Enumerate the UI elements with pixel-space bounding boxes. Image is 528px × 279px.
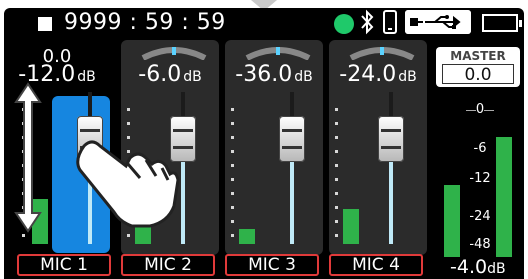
tick-mark (231, 234, 234, 237)
gain-unit: dB (294, 69, 313, 85)
gain-unit: dB (183, 69, 202, 85)
pan-indicator[interactable] (141, 44, 207, 60)
vertical-double-arrow-icon (14, 82, 42, 233)
time-counter: 9999 : 59 : 59 (64, 10, 226, 35)
tick-mark (231, 108, 234, 111)
pan-indicator[interactable] (349, 44, 415, 60)
master-gain-value: -4.0 (450, 256, 488, 278)
scale-mark-48: -48 (469, 237, 491, 252)
scale-mark-6: -6 (473, 141, 487, 156)
stop-icon[interactable] (38, 17, 52, 31)
gain-readout-mic-4: -24.0 dB (329, 62, 427, 87)
fader-area (329, 90, 427, 250)
gain-readout-mic-2: -6.0 dB (121, 62, 219, 87)
hand-pointer-icon (76, 140, 180, 228)
tick-mark (231, 150, 234, 153)
gain-value: -36.0 (235, 62, 293, 87)
scale-mark-24: -24 (469, 209, 491, 224)
master-title: MASTER (450, 49, 506, 63)
gain-unit: dB (77, 69, 96, 85)
master-level-meter-right (496, 137, 512, 257)
tick-mark (231, 220, 234, 223)
bluetooth-icon (361, 9, 374, 35)
tick-mark (335, 150, 338, 153)
tick-mark (335, 234, 338, 237)
tick-mark (231, 192, 234, 195)
tick-mark (231, 178, 234, 181)
tick-mark (335, 136, 338, 139)
usb-power-icon (405, 10, 471, 34)
channel-strip-mic-4[interactable]: -24.0 dB (329, 40, 427, 255)
fader-area (225, 90, 323, 250)
channel-label-mic-4[interactable]: MIC 4 (329, 254, 423, 276)
tick-mark (335, 192, 338, 195)
pan-indicator[interactable] (245, 44, 311, 60)
fader-knob[interactable] (378, 116, 404, 162)
fader-knob[interactable] (279, 116, 305, 162)
master-gain-readout: -4.0dB (450, 256, 506, 278)
gain-value: -6.0 (138, 62, 182, 87)
tick-mark (231, 206, 234, 209)
scale-mark-0: 0 (475, 102, 485, 117)
gain-value: -24.0 (339, 62, 397, 87)
master-header: MASTER 0.0 (436, 47, 520, 87)
scale-mark-12: -12 (469, 171, 491, 186)
tick-mark (335, 220, 338, 223)
battery-icon (482, 14, 522, 32)
tick-mark (335, 178, 338, 181)
channel-strip-mic-3[interactable]: -36.0 dB (225, 40, 323, 255)
recorder-screen: 9999 : 59 : 59 0.0 -12.0 dB -6.0 dB -36.… (0, 0, 528, 279)
tick-mark (335, 164, 338, 167)
master-value: 0.0 (442, 64, 514, 85)
tick-mark (231, 122, 234, 125)
tick-mark (335, 108, 338, 111)
tick-mark (231, 164, 234, 167)
channel-label-mic-2[interactable]: MIC 2 (121, 254, 215, 276)
channel-label-mic-3[interactable]: MIC 3 (225, 254, 319, 276)
master-level-meter-left (444, 185, 460, 257)
channel-label-mic-1[interactable]: MIC 1 (17, 254, 111, 276)
master-gain-unit: dB (487, 261, 506, 277)
level-meter (239, 229, 255, 244)
tick-mark (231, 136, 234, 139)
gain-unit: dB (398, 69, 417, 85)
tick-mark (335, 206, 338, 209)
tick-mark (127, 234, 130, 237)
gain-readout-mic-3: -36.0 dB (225, 62, 323, 87)
tick-mark (335, 122, 338, 125)
smartphone-icon (383, 10, 397, 34)
tick-mark (127, 108, 130, 111)
recording-indicator-icon (334, 14, 354, 34)
master-strip[interactable]: MASTER 0.0 0 -6 -12 -24 -48 (436, 47, 524, 279)
level-meter (343, 209, 359, 244)
tick-mark (127, 122, 130, 125)
